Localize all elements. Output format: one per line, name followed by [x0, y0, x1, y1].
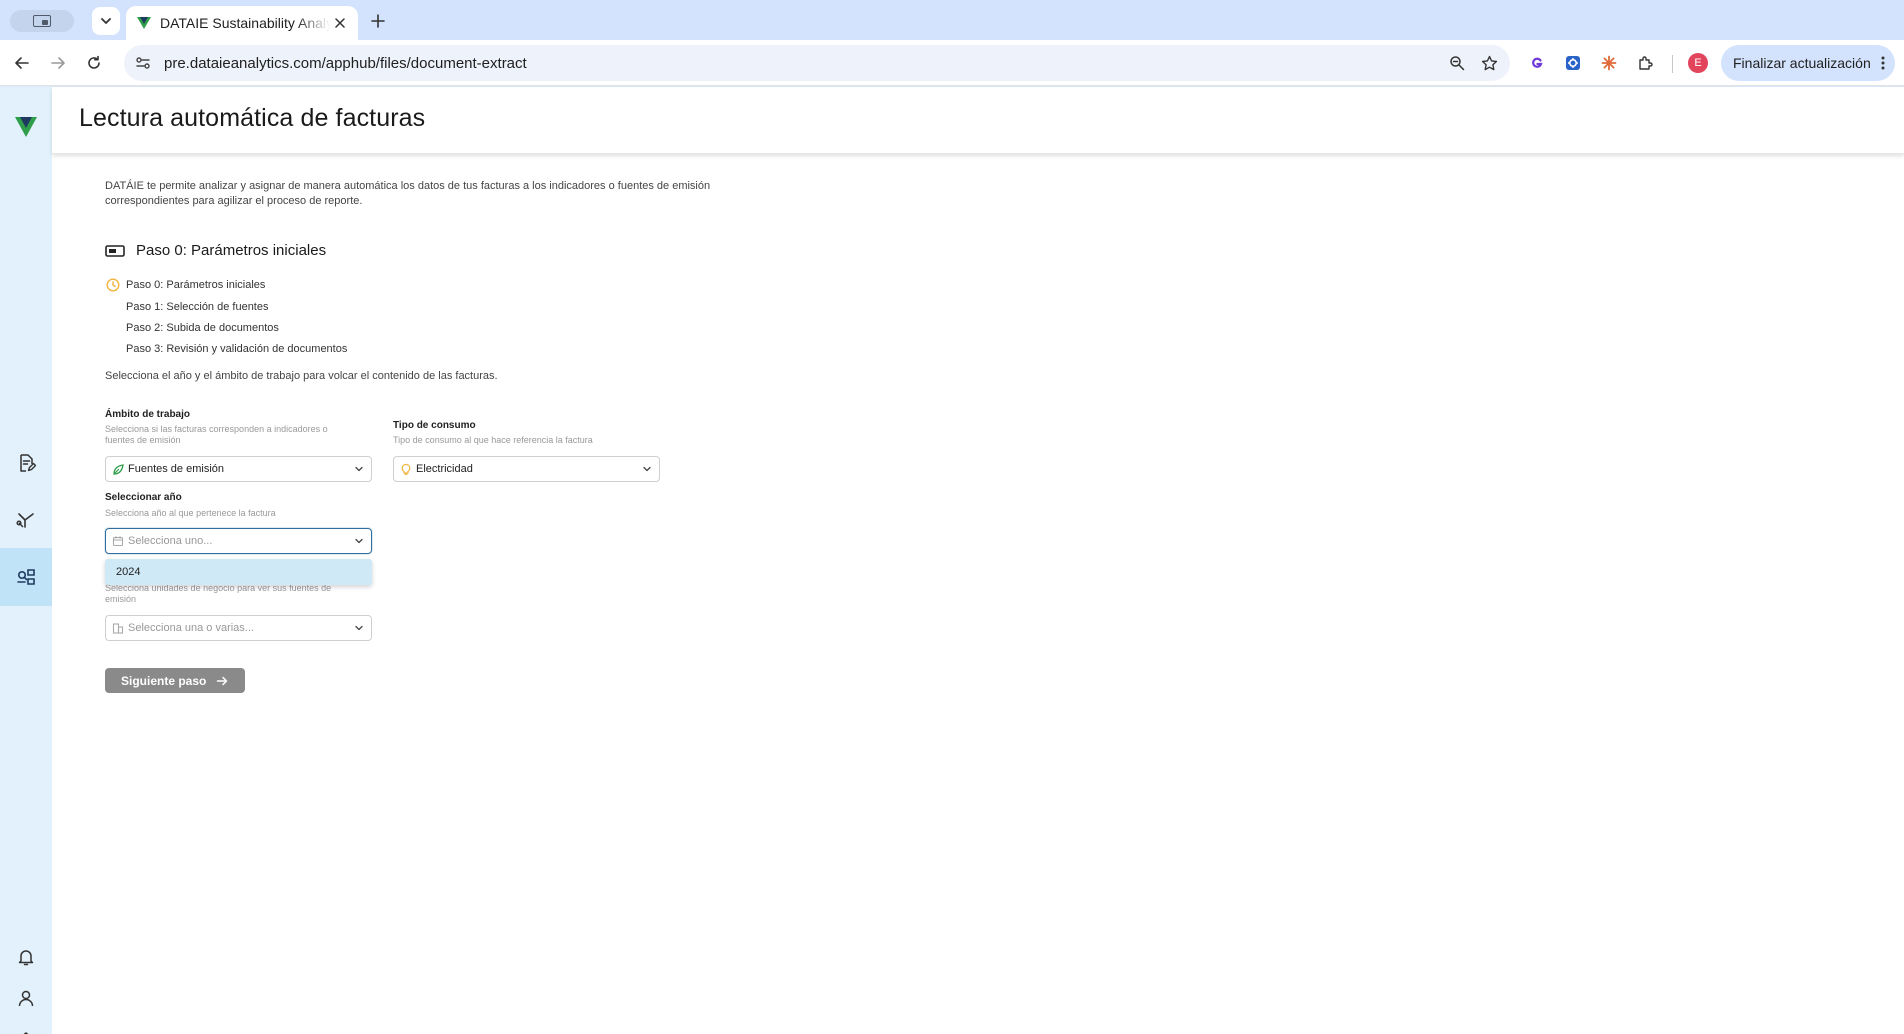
- scope-description: Selecciona si las facturas corresponden …: [105, 424, 328, 445]
- business-units-select[interactable]: Selecciona una o varias...: [105, 615, 372, 641]
- dataie-logo-icon[interactable]: [14, 115, 38, 139]
- year-description: Selecciona año al que pertenece la factu…: [105, 508, 276, 518]
- plus-icon: [371, 14, 385, 28]
- back-button[interactable]: [10, 51, 34, 75]
- branch-icon: [16, 513, 34, 528]
- page-header: Lectura automática de facturas: [52, 87, 1904, 154]
- next-step-button[interactable]: Siguiente paso: [105, 668, 245, 693]
- consumption-select-value: Electricidad: [416, 463, 473, 475]
- sidebar: [0, 87, 52, 1034]
- year-option-label: 2024: [116, 566, 141, 578]
- chevron-down-icon: [101, 18, 111, 24]
- sidebar-item-home[interactable]: [0, 1022, 52, 1034]
- tab-search-button[interactable]: [92, 7, 120, 35]
- sidebar-item-document-extract[interactable]: [0, 548, 52, 606]
- scope-select-value: Fuentes de emisión: [128, 463, 224, 475]
- consumption-description: Tipo de consumo al que hace referencia l…: [393, 435, 593, 445]
- business-units-description: Selecciona unidades de negocio para ver …: [105, 583, 332, 604]
- zoom-icon[interactable]: [1446, 52, 1468, 74]
- blue-extension-icon[interactable]: [1562, 52, 1584, 74]
- chevron-down-icon: [355, 538, 363, 544]
- bookmark-star-icon[interactable]: [1478, 52, 1500, 74]
- lightbulb-icon: [400, 463, 412, 475]
- window-icon: [33, 15, 51, 27]
- forward-button[interactable]: [46, 51, 70, 75]
- consumption-select[interactable]: Electricidad: [393, 456, 660, 482]
- toolbar-separator: [1672, 55, 1673, 73]
- step-card-icon: [105, 244, 125, 257]
- sun-extension-icon[interactable]: [1598, 52, 1620, 74]
- leaf-icon: [112, 463, 124, 475]
- browser-tab-title: DATAIE Sustainability Analytics: [160, 15, 330, 31]
- arrow-right-icon: [51, 57, 65, 69]
- business-units-placeholder: Selecciona una o varias...: [128, 622, 254, 634]
- helper-text: Selecciona el año y el ámbito de trabajo…: [105, 370, 498, 382]
- browser-profile-pill[interactable]: [10, 10, 74, 32]
- bell-icon: [18, 950, 34, 966]
- close-icon: [335, 18, 345, 28]
- address-bar[interactable]: pre.dataieanalytics.com/apphub/files/doc…: [124, 45, 1510, 81]
- user-icon: [18, 990, 34, 1007]
- sidebar-item-documents[interactable]: [0, 434, 52, 492]
- buildings-icon: [112, 622, 124, 634]
- scope-label: Ámbito de trabajo: [105, 409, 191, 420]
- consumption-label: Tipo de consumo: [393, 420, 476, 431]
- step-heading: Paso 0: Parámetros iniciales: [105, 242, 326, 259]
- site-info-icon[interactable]: [132, 52, 154, 74]
- reload-icon: [88, 55, 100, 69]
- grammar-extension-icon[interactable]: [1526, 52, 1548, 74]
- new-tab-button[interactable]: [366, 9, 390, 33]
- arrow-left-icon: [15, 57, 29, 69]
- year-dropdown-option[interactable]: 2024: [105, 559, 372, 585]
- scope-select[interactable]: Fuentes de emisión: [105, 456, 372, 482]
- year-label: Seleccionar año: [105, 492, 182, 503]
- reload-button[interactable]: [82, 51, 106, 75]
- year-select[interactable]: Selecciona uno...: [105, 528, 372, 554]
- update-browser-label: Finalizar actualización: [1733, 55, 1871, 71]
- pending-clock-icon: [106, 278, 120, 292]
- step-heading-text: Paso 0: Parámetros iniciales: [136, 242, 327, 259]
- profile-avatar[interactable]: E: [1688, 53, 1708, 73]
- chevron-down-icon: [355, 466, 363, 472]
- kebab-menu-icon: [1881, 56, 1885, 70]
- search-cards-icon: [17, 569, 35, 585]
- chevron-down-icon: [355, 625, 363, 631]
- dataie-favicon-icon: [137, 17, 151, 29]
- page-title: Lectura automática de facturas: [79, 104, 426, 132]
- sidebar-item-connections[interactable]: [0, 491, 52, 549]
- intro-text: DATÁIE te permite analizar y asignar de …: [105, 180, 711, 207]
- arrow-right-icon: [217, 676, 228, 685]
- calendar-icon: [112, 535, 124, 547]
- next-step-label: Siguiente paso: [121, 673, 207, 688]
- document-edit-icon: [20, 454, 36, 472]
- app-root: Lectura automática de facturas DATÁIE te…: [0, 87, 1904, 1034]
- chevron-down-icon: [643, 466, 651, 472]
- browser-tabstrip: DATAIE Sustainability Analytics: [0, 0, 1904, 40]
- step-item-3: Paso 3: Revisión y validación de documen…: [126, 343, 348, 355]
- browser-toolbar: pre.dataieanalytics.com/apphub/files/doc…: [0, 40, 1904, 86]
- address-url[interactable]: pre.dataieanalytics.com/apphub/files/doc…: [164, 55, 1446, 72]
- tab-close-button[interactable]: [330, 13, 350, 33]
- step-item-1: Paso 1: Selección de fuentes: [126, 301, 269, 313]
- update-browser-button[interactable]: Finalizar actualización: [1721, 45, 1895, 81]
- sidebar-item-notifications[interactable]: [0, 939, 52, 975]
- browser-tab-active[interactable]: DATAIE Sustainability Analytics: [126, 6, 358, 40]
- sidebar-item-profile[interactable]: [0, 980, 52, 1016]
- step-item-0: Paso 0: Parámetros iniciales: [126, 279, 266, 291]
- year-select-placeholder: Selecciona uno...: [128, 535, 213, 547]
- extensions-puzzle-icon[interactable]: [1634, 52, 1656, 74]
- step-item-2: Paso 2: Subida de documentos: [126, 322, 279, 334]
